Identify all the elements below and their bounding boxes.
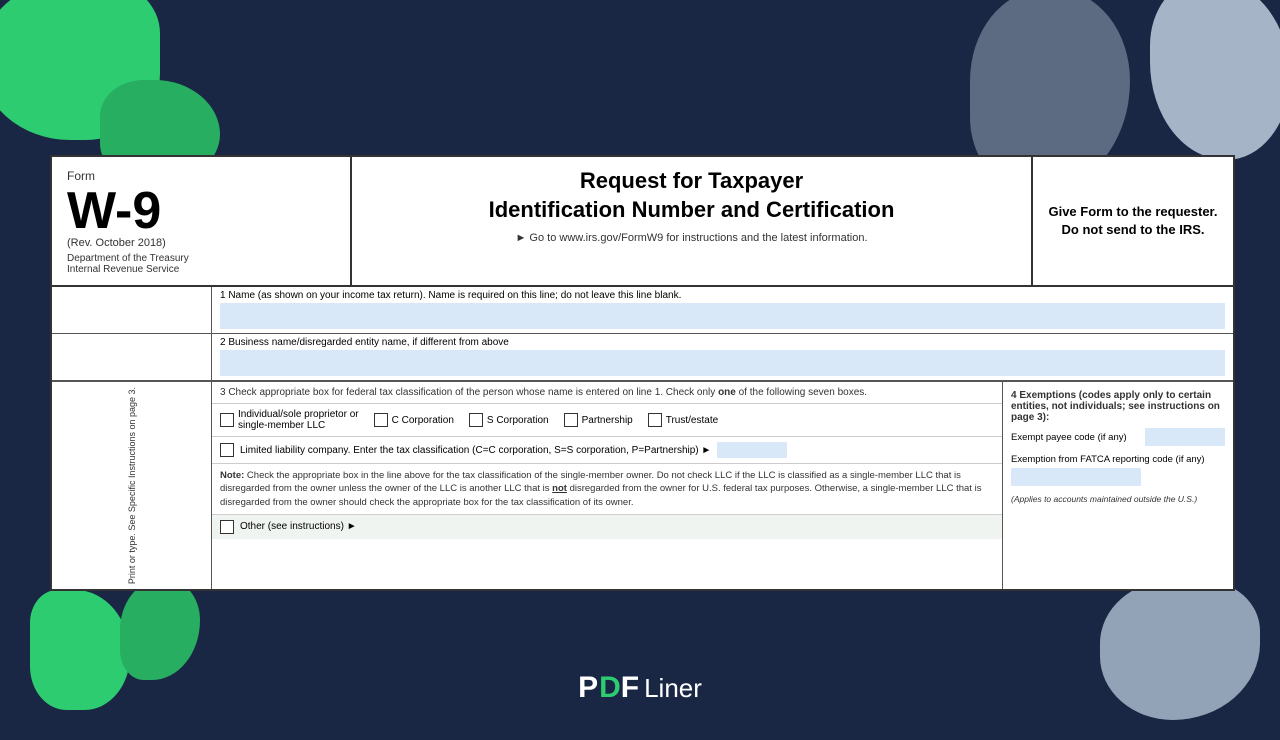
checkbox-c-corp-label: C Corporation bbox=[392, 415, 454, 426]
decoration-blob-br bbox=[1100, 580, 1260, 720]
other-label: Other (see instructions) ► bbox=[240, 521, 357, 532]
form-rev: (Rev. October 2018) bbox=[67, 237, 335, 249]
llc-label: Limited liability company. Enter the tax… bbox=[240, 445, 711, 456]
logo-liner-text: Liner bbox=[644, 673, 702, 704]
checkboxes-row: Individual/sole proprietor orsingle-memb… bbox=[212, 404, 1002, 437]
llc-input[interactable] bbox=[717, 442, 787, 458]
form-label: Form bbox=[67, 169, 95, 183]
fatca-input[interactable] bbox=[1011, 468, 1141, 486]
form-main-title: Request for Taxpayer Identification Numb… bbox=[372, 167, 1011, 224]
side-bar-text: Print or type. See Specific Instructions… bbox=[127, 387, 137, 584]
content-area: 3 Check appropriate box for federal tax … bbox=[212, 382, 1003, 589]
form-header-right: Give Form to the requester. Do not send … bbox=[1033, 157, 1233, 285]
exempt-payee-field: Exempt payee code (if any) bbox=[1011, 428, 1225, 446]
llc-row: Limited liability company. Enter the tax… bbox=[212, 437, 1002, 464]
pdfliner-logo: P D F Liner bbox=[578, 671, 702, 705]
checkbox-trust-box[interactable] bbox=[648, 413, 662, 427]
side-bar: Print or type. See Specific Instructions… bbox=[52, 382, 212, 589]
line2-side bbox=[52, 334, 212, 380]
note-text: Note: Check the appropriate box in the l… bbox=[212, 464, 1002, 515]
checkbox-s-corp: S Corporation bbox=[469, 413, 549, 427]
decoration-blob-tr-white bbox=[1150, 0, 1280, 160]
checkbox-s-corp-label: S Corporation bbox=[487, 415, 549, 426]
line1-label: 1 Name (as shown on your income tax retu… bbox=[212, 287, 1233, 301]
exempt-payee-input[interactable] bbox=[1145, 428, 1225, 446]
line3-header: 3 Check appropriate box for federal tax … bbox=[212, 382, 1002, 404]
checkbox-s-corp-box[interactable] bbox=[469, 413, 483, 427]
form-dept: Department of the Treasury Internal Reve… bbox=[67, 253, 335, 275]
w9-form: Form W-9 (Rev. October 2018) Department … bbox=[50, 155, 1235, 591]
decoration-blob-bl bbox=[30, 590, 130, 710]
line1-input[interactable] bbox=[220, 303, 1225, 329]
logo-d-icon: D bbox=[599, 671, 621, 705]
exempt-payee-label: Exempt payee code (if any) bbox=[1011, 432, 1127, 443]
checkbox-individual-box[interactable] bbox=[220, 413, 234, 427]
checkbox-individual: Individual/sole proprietor orsingle-memb… bbox=[220, 409, 359, 431]
checkbox-trust: Trust/estate bbox=[648, 413, 718, 427]
form-header-left: Form W-9 (Rev. October 2018) Department … bbox=[52, 157, 352, 285]
line1-row: 1 Name (as shown on your income tax retu… bbox=[52, 287, 1233, 334]
checkbox-trust-label: Trust/estate bbox=[666, 415, 718, 426]
logo-pdf-text: P bbox=[578, 671, 599, 705]
checkbox-other-box[interactable] bbox=[220, 520, 234, 534]
line1-side bbox=[52, 287, 212, 333]
fatca-field: Exemption from FATCA reporting code (if … bbox=[1011, 454, 1225, 486]
line2-label: 2 Business name/disregarded entity name,… bbox=[212, 334, 1233, 348]
form-irs-link: ► Go to www.irs.gov/FormW9 for instructi… bbox=[372, 232, 1011, 244]
checkbox-individual-label: Individual/sole proprietor orsingle-memb… bbox=[238, 409, 359, 431]
checkbox-partnership-label: Partnership bbox=[582, 415, 633, 426]
checkbox-llc-box[interactable] bbox=[220, 443, 234, 457]
checkbox-c-corp-box[interactable] bbox=[374, 413, 388, 427]
decoration-blob-bl2 bbox=[120, 580, 200, 680]
logo-f-text: F bbox=[621, 671, 640, 705]
fatca-label: Exemption from FATCA reporting code (if … bbox=[1011, 454, 1225, 465]
form-w9-title: W-9 bbox=[67, 185, 335, 237]
line2-input[interactable] bbox=[220, 350, 1225, 376]
other-row: Other (see instructions) ► bbox=[212, 515, 1002, 539]
right-panel: 4 Exemptions (codes apply only to certai… bbox=[1003, 382, 1233, 589]
form-header-center: Request for Taxpayer Identification Numb… bbox=[352, 157, 1033, 285]
fatca-note: (Applies to accounts maintained outside … bbox=[1011, 494, 1225, 504]
exemptions-title: 4 Exemptions (codes apply only to certai… bbox=[1011, 390, 1225, 423]
checkbox-partnership: Partnership bbox=[564, 413, 633, 427]
form-header: Form W-9 (Rev. October 2018) Department … bbox=[52, 157, 1233, 287]
checkbox-c-corp: C Corporation bbox=[374, 413, 454, 427]
checkbox-partnership-box[interactable] bbox=[564, 413, 578, 427]
line2-row: 2 Business name/disregarded entity name,… bbox=[52, 334, 1233, 382]
main-content: Print or type. See Specific Instructions… bbox=[52, 382, 1233, 589]
